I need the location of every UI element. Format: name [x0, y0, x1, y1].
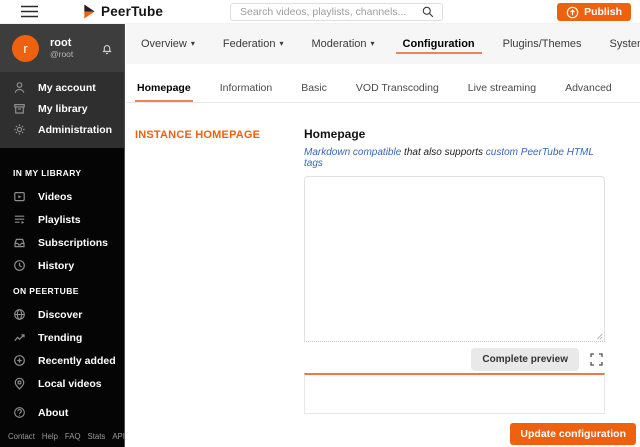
- config-tabs: Homepage Information Basic VOD Transcodi…: [126, 64, 640, 103]
- section-heading-instance-homepage: INSTANCE HOMEPAGE: [135, 129, 261, 141]
- sidebar-item-label: Videos: [38, 190, 73, 203]
- library-icon: [13, 102, 26, 115]
- section-title-on-peertube: ON PEERTUBE: [13, 286, 79, 296]
- globe-icon: [13, 308, 26, 321]
- sidebar-item-trending[interactable]: Trending: [0, 326, 124, 349]
- menu-sections: IN MY LIBRARY Videos Playlists Subscript…: [0, 148, 124, 395]
- upload-icon: [566, 6, 579, 19]
- sidebar-item-playlists[interactable]: Playlists: [0, 208, 124, 231]
- section-title-in-my-library: IN MY LIBRARY: [13, 168, 82, 178]
- tab-advanced[interactable]: Advanced: [563, 82, 614, 102]
- account-menu: My account My library Administration: [0, 72, 124, 148]
- sidebar-item-label: Local videos: [38, 377, 102, 390]
- search-bar: [230, 3, 443, 21]
- bell-icon[interactable]: [100, 41, 114, 56]
- avatar[interactable]: r: [12, 34, 39, 62]
- footer-link-help[interactable]: Help: [42, 432, 58, 441]
- clock-icon: [13, 259, 26, 272]
- peertube-logo[interactable]: PeerTube: [82, 4, 163, 19]
- preview-panel: [304, 373, 605, 414]
- sidebar-item-label: Subscriptions: [38, 236, 109, 249]
- video-icon: [13, 190, 26, 203]
- preview-bar: Complete preview: [304, 346, 605, 372]
- trending-icon: [13, 331, 26, 344]
- sidebar-item-label: Recently added: [38, 354, 116, 367]
- sidebar-item-history[interactable]: History: [0, 254, 124, 277]
- publish-label: Publish: [584, 6, 622, 18]
- sidebar-item-subscriptions[interactable]: Subscriptions: [0, 231, 124, 254]
- sidebar-item-my-library[interactable]: My library: [0, 98, 124, 119]
- fullscreen-icon: [590, 352, 603, 366]
- plus-circle-icon: [13, 354, 26, 367]
- sidebar-item-label: About: [38, 406, 69, 419]
- tab-homepage[interactable]: Homepage: [135, 82, 193, 102]
- footer-link-api[interactable]: API: [112, 432, 125, 441]
- homepage-markdown-textarea[interactable]: [304, 176, 605, 342]
- top-header: PeerTube Publish: [0, 0, 640, 24]
- sidebar-item-about[interactable]: About: [0, 402, 124, 423]
- user-handle: @root: [50, 48, 74, 59]
- sidebar-item-label: Trending: [38, 331, 83, 344]
- markdown-hint: Markdown compatible that also supports c…: [304, 147, 605, 169]
- sidebar-item-label: My library: [38, 102, 88, 115]
- complete-preview-button[interactable]: Complete preview: [471, 347, 579, 371]
- pin-icon: [13, 377, 26, 390]
- tab-live-streaming[interactable]: Live streaming: [466, 82, 538, 102]
- sidebar-item-local-videos[interactable]: Local videos: [0, 372, 124, 395]
- tab-vod-transcoding[interactable]: VOD Transcoding: [354, 82, 441, 102]
- tab-basic[interactable]: Basic: [299, 82, 329, 102]
- sidebar-item-label: History: [38, 259, 75, 272]
- tab-information[interactable]: Information: [218, 82, 275, 102]
- nav-system[interactable]: System: [603, 34, 640, 54]
- homepage-field-label: Homepage: [304, 127, 366, 141]
- sidebar-footer: Contact Help FAQ Stats API: [0, 432, 125, 447]
- help-circle-icon: [13, 406, 26, 419]
- footer-link-stats[interactable]: Stats: [88, 432, 106, 441]
- search-icon[interactable]: [422, 6, 434, 18]
- search-input[interactable]: [231, 6, 422, 18]
- playlist-icon: [13, 213, 26, 226]
- publish-button[interactable]: Publish: [557, 3, 631, 21]
- sidebar-item-label: Playlists: [38, 213, 81, 226]
- nav-moderation[interactable]: Moderation: [304, 34, 381, 54]
- admin-nav: Overview Federation Moderation Configura…: [126, 24, 640, 64]
- homepage-config-content: INSTANCE HOMEPAGE Homepage Markdown comp…: [126, 103, 640, 414]
- sidebar-item-videos[interactable]: Videos: [0, 185, 124, 208]
- sidebar-item-administration[interactable]: Administration: [0, 119, 124, 140]
- gear-icon: [13, 123, 26, 136]
- sidebar: r root @root My account My library Admin…: [0, 24, 125, 447]
- person-icon: [13, 81, 26, 94]
- sidebar-item-label: Administration: [38, 123, 113, 136]
- update-configuration-button[interactable]: Update configuration: [510, 423, 636, 445]
- sidebar-item-discover[interactable]: Discover: [0, 303, 124, 326]
- hint-middle-text: that also supports: [401, 147, 486, 158]
- username: root: [50, 36, 72, 49]
- main-area: Overview Federation Moderation Configura…: [126, 24, 640, 447]
- peertube-play-icon: [82, 4, 96, 19]
- markdown-compatible-link[interactable]: Markdown compatible: [304, 147, 401, 158]
- nav-configuration[interactable]: Configuration: [395, 34, 482, 54]
- menu-hamburger-icon[interactable]: [21, 5, 38, 18]
- sidebar-item-label: My account: [38, 81, 96, 94]
- nav-federation[interactable]: Federation: [216, 34, 291, 54]
- nav-overview[interactable]: Overview: [134, 34, 202, 54]
- inbox-icon: [13, 236, 26, 249]
- footer-link-faq[interactable]: FAQ: [65, 432, 81, 441]
- sidebar-item-label: Discover: [38, 308, 83, 321]
- sidebar-item-recently-added[interactable]: Recently added: [0, 349, 124, 372]
- sidebar-item-my-account[interactable]: My account: [0, 77, 124, 98]
- fullscreen-button[interactable]: [590, 352, 603, 366]
- footer-link-contact[interactable]: Contact: [8, 432, 35, 441]
- nav-plugins-themes[interactable]: Plugins/Themes: [496, 34, 589, 54]
- brand-name: PeerTube: [101, 4, 164, 19]
- user-block[interactable]: r root @root: [0, 24, 124, 72]
